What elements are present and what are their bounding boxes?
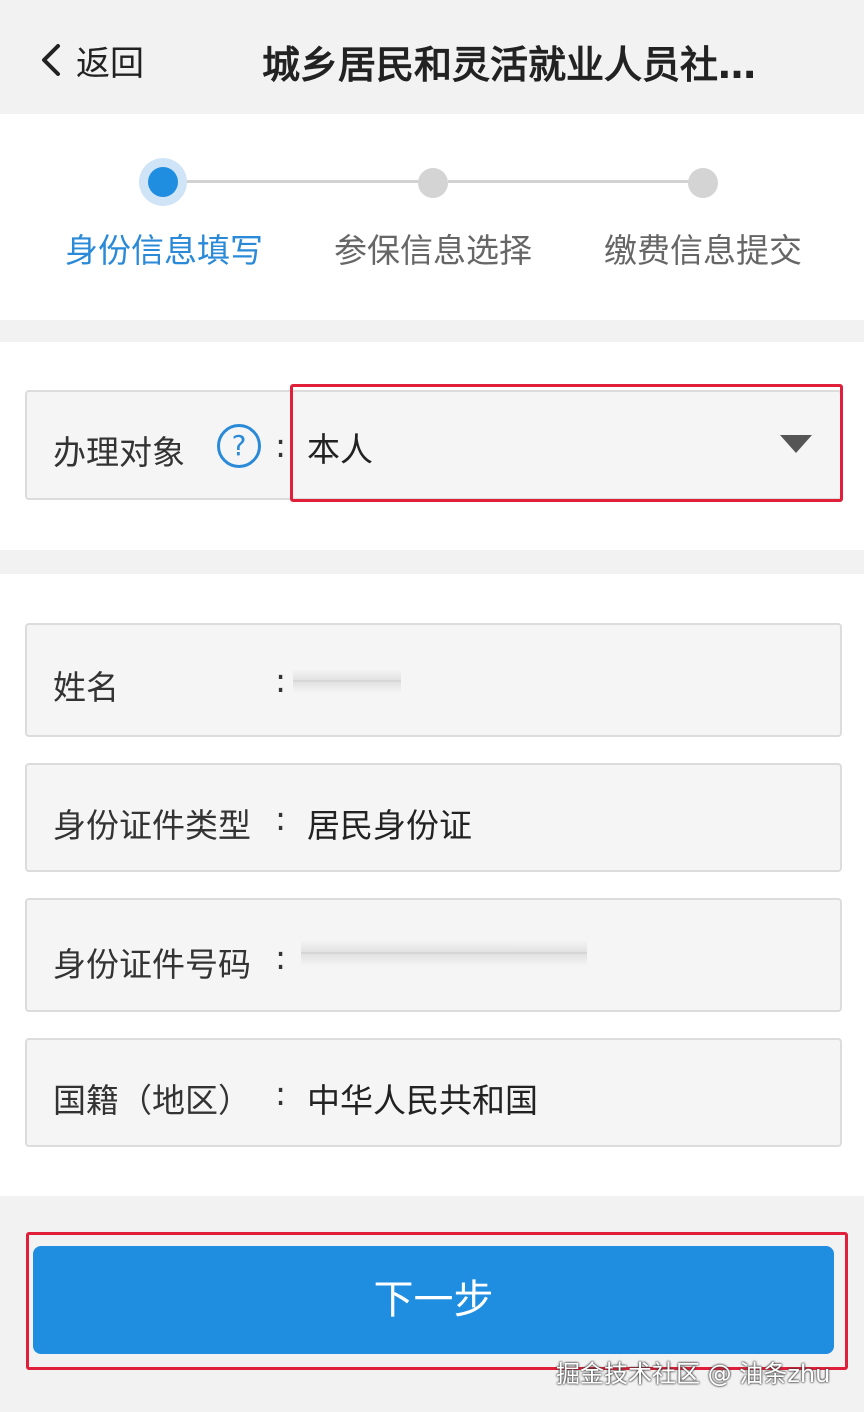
step-2-dot [418,168,448,198]
step-connector [178,180,433,183]
step-3-dot [688,168,718,198]
progress-stepper: 身份信息填写 参保信息选择 缴费信息提交 [0,114,864,320]
step-2-label: 参保信息选择 [334,231,532,270]
id-type-field: 身份证件类型 : 居民身份证 [25,763,842,872]
step-1-dot [148,167,178,197]
id-type-label: 身份证件类型 [53,806,251,845]
id-number-field: 身份证件号码 : [25,898,842,1012]
name-label: 姓名 [53,668,119,707]
id-type-value: 居民身份证 [307,806,472,845]
nationality-value: 中华人民共和国 [307,1081,538,1120]
applicant-colon: : [275,426,287,465]
section-divider [0,320,864,342]
back-button[interactable]: 返回 [36,36,144,84]
page-title: 城乡居民和灵活就业人员社… [262,43,757,87]
name-field: 姓名 : [25,623,842,737]
redacted-name [293,669,401,693]
name-colon: : [275,661,287,700]
caret-down-icon[interactable] [780,435,812,453]
help-icon[interactable]: ? [217,424,261,468]
back-label: 返回 [76,43,144,84]
nationality-colon: : [275,1074,287,1113]
redacted-id-number [301,940,587,966]
applicant-select[interactable]: 本人 [290,384,843,502]
nationality-field: 国籍（地区） : 中华人民共和国 [25,1038,842,1147]
chevron-left-icon [42,44,60,76]
section-divider [0,550,864,574]
nationality-label: 国籍（地区） [53,1081,251,1120]
applicant-label: 办理对象 [53,433,185,472]
step-connector [448,180,703,183]
next-step-button[interactable]: 下一步 [33,1246,834,1354]
watermark: 掘金技术社区 @ 油条zhu [556,1360,831,1388]
applicant-value: 本人 [307,430,373,469]
id-type-colon: : [275,799,287,838]
top-bar: 返回 城乡居民和灵活就业人员社… [0,0,864,114]
id-number-label: 身份证件号码 [53,945,251,984]
step-3-label: 缴费信息提交 [604,231,802,270]
step-1-label: 身份信息填写 [65,231,263,270]
id-number-colon: : [275,938,287,977]
